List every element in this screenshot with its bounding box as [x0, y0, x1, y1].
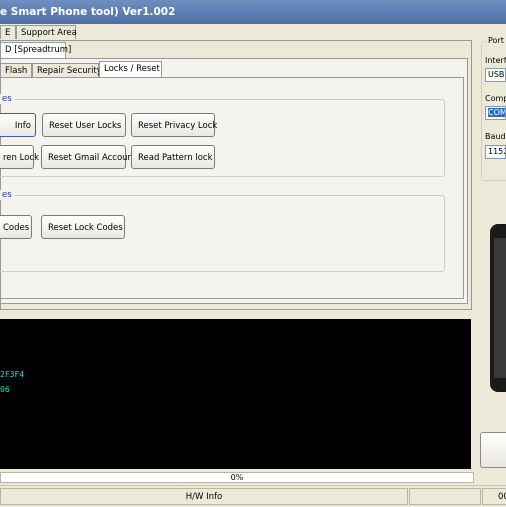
- port-group-title: Port: [486, 36, 506, 45]
- screen-lock-button[interactable]: ren Lock: [0, 145, 39, 169]
- reset-gmail-account-button[interactable]: Reset Gmail Account: [41, 145, 136, 169]
- baud-label: Baud: [485, 132, 506, 141]
- com-port-label: Comp: [485, 94, 506, 103]
- group1-title: es: [0, 94, 14, 104]
- console-line: 06: [0, 385, 10, 394]
- progress-bar: 0%: [0, 472, 474, 483]
- progress-text: 0%: [230, 473, 244, 482]
- tab-flash[interactable]: Flash: [0, 63, 32, 77]
- tab-repair-security[interactable]: Repair Security: [32, 63, 102, 77]
- action-button[interactable]: [480, 432, 506, 468]
- title-bar: e Smart Phone tool) Ver1.002: [0, 0, 506, 24]
- log-console: 2F3F4 06: [0, 319, 471, 469]
- status-cell-empty: [409, 488, 481, 505]
- interface-label: Interf: [485, 56, 506, 65]
- baud-select[interactable]: 1152: [485, 145, 506, 159]
- status-bar: H/W Info 00: [0, 485, 506, 507]
- reset-lock-codes-button[interactable]: Reset Lock Codes: [41, 215, 125, 239]
- tab-device-spreadtrum[interactable]: D [Spreadtrum]: [0, 42, 71, 58]
- codes-button[interactable]: Codes: [0, 215, 32, 239]
- reset-user-locks-button[interactable]: Reset User Locks: [42, 113, 126, 137]
- console-line: 2F3F4: [0, 370, 25, 379]
- interface-select[interactable]: USB: [485, 68, 506, 82]
- group2-title: es: [0, 190, 14, 200]
- read-pattern-lock-button[interactable]: Read Pattern lock: [131, 145, 215, 169]
- tab-e[interactable]: E: [0, 25, 16, 39]
- reset-privacy-lock-button[interactable]: Reset Privacy Lock: [131, 113, 217, 137]
- status-hw-info: H/W Info: [0, 488, 408, 505]
- tab-locks-reset[interactable]: Locks / Reset: [99, 61, 162, 77]
- com-port-select[interactable]: COM: [485, 106, 506, 120]
- info-button[interactable]: Info: [0, 113, 36, 137]
- tab-support-area[interactable]: Support Area: [16, 25, 77, 39]
- status-right: 00: [482, 488, 506, 505]
- window-title: e Smart Phone tool) Ver1.002: [0, 6, 176, 18]
- phone-image: [490, 224, 506, 392]
